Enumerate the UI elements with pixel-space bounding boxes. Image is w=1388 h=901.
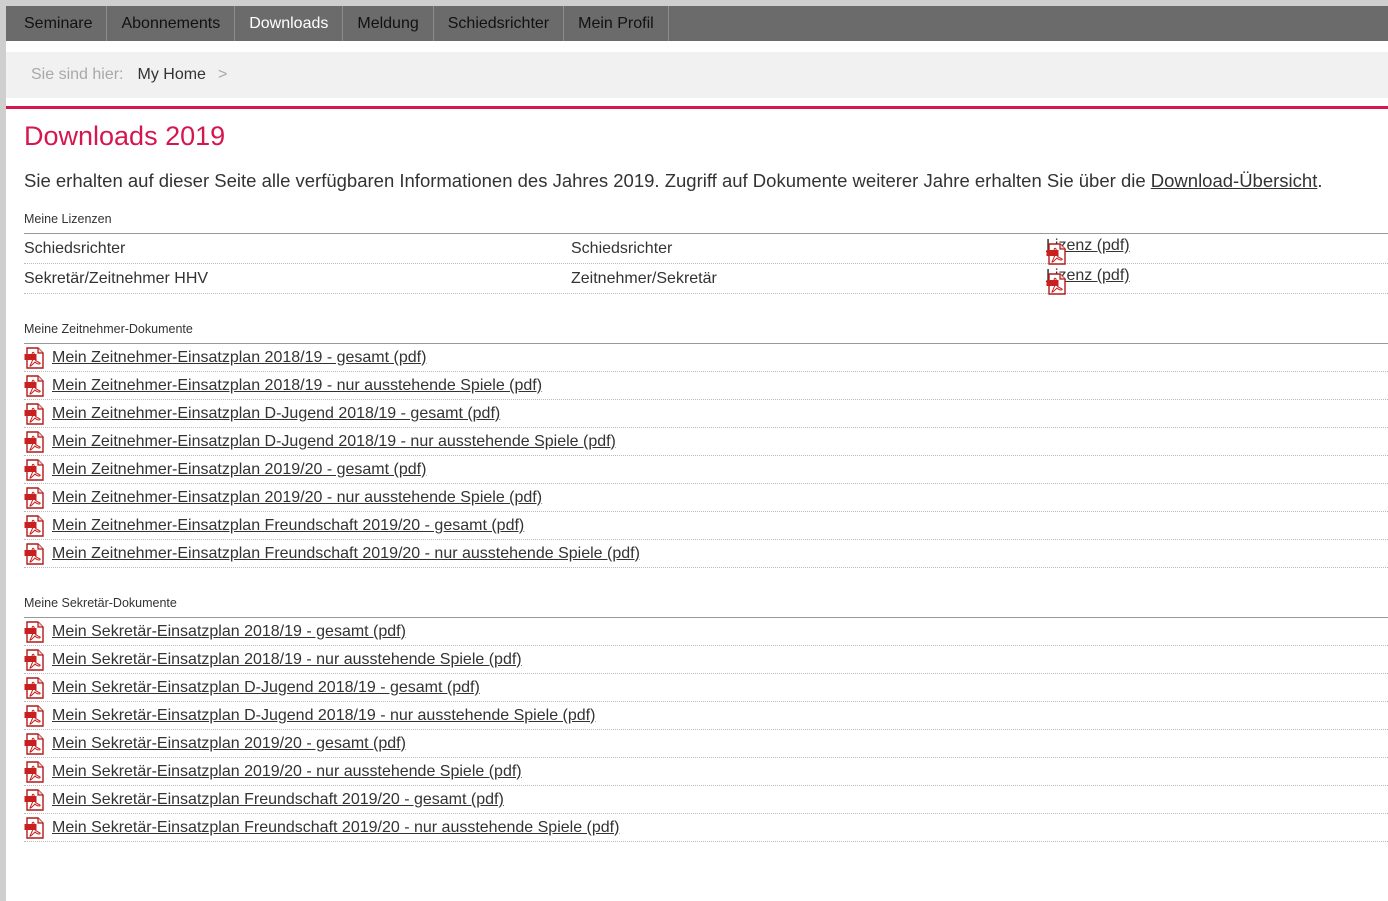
breadcrumb: Sie sind hier: My Home > [6, 52, 1388, 98]
intro-text: Sie erhalten auf dieser Seite alle verfü… [24, 170, 1151, 191]
pdf-icon [24, 648, 46, 671]
pdf-icon [24, 430, 46, 453]
tab-mein-profil[interactable]: Mein Profil [564, 6, 669, 41]
page: Seminare Abonnements Downloads Meldung S… [6, 6, 1388, 901]
timekeeper-doc-row: Mein Zeitnehmer-Einsatzplan 2019/20 - nu… [24, 484, 1388, 512]
pdf-icon [24, 760, 46, 783]
pdf-icon [24, 620, 46, 643]
secretary-doc-link[interactable]: Mein Sekretär-Einsatzplan 2018/19 - gesa… [52, 623, 406, 641]
timekeeper-doc-link[interactable]: Mein Zeitnehmer-Einsatzplan D-Jugend 201… [52, 405, 500, 423]
secretary-doc-row: Mein Sekretär-Einsatzplan 2019/20 - nur … [24, 758, 1388, 786]
licenses-section: Meine Lizenzen Schiedsrichter Schiedsrich… [24, 212, 1388, 295]
tab-seminare[interactable]: Seminare [6, 6, 108, 41]
pdf-icon [24, 732, 46, 755]
license-download: Lizenz (pdf) [1046, 267, 1130, 295]
pdf-icon [24, 514, 46, 537]
secretary-section-title: Meine Sekretär-Dokumente [24, 596, 1388, 618]
secretary-doc-row: Mein Sekretär-Einsatzplan 2018/19 - nur … [24, 646, 1388, 674]
timekeeper-doc-row: Mein Zeitnehmer-Einsatzplan D-Jugend 201… [24, 428, 1388, 456]
secretary-doc-row: Mein Sekretär-Einsatzplan 2018/19 - gesa… [24, 618, 1388, 646]
secretary-docs-section: Meine Sekretär-Dokumente Mein Sekretär-E… [24, 596, 1388, 842]
secretary-doc-row: Mein Sekretär-Einsatzplan D-Jugend 2018/… [24, 702, 1388, 730]
main-content: Downloads 2019 Sie erhalten auf dieser S… [24, 121, 1388, 842]
timekeeper-doc-link[interactable]: Mein Zeitnehmer-Einsatzplan 2019/20 - ge… [52, 461, 426, 479]
license-type: Schiedsrichter [571, 240, 673, 257]
timekeeper-doc-link[interactable]: Mein Zeitnehmer-Einsatzplan D-Jugend 201… [52, 433, 616, 451]
accent-divider [6, 106, 1388, 109]
pdf-icon [24, 676, 46, 699]
timekeeper-doc-row: Mein Zeitnehmer-Einsatzplan Freundschaft… [24, 540, 1388, 568]
timekeeper-section-title: Meine Zeitnehmer-Dokumente [24, 322, 1388, 344]
secretary-doc-row: Mein Sekretär-Einsatzplan Freundschaft 2… [24, 786, 1388, 814]
pdf-icon [24, 816, 46, 839]
top-navigation: Seminare Abonnements Downloads Meldung S… [6, 6, 1388, 41]
pdf-icon [24, 704, 46, 727]
timekeeper-doc-row: Mein Zeitnehmer-Einsatzplan 2018/19 - nu… [24, 372, 1388, 400]
license-download: Lizenz (pdf) [1046, 237, 1130, 265]
timekeeper-doc-link[interactable]: Mein Zeitnehmer-Einsatzplan 2018/19 - nu… [52, 377, 542, 395]
secretary-doc-link[interactable]: Mein Sekretär-Einsatzplan Freundschaft 2… [52, 819, 619, 837]
secretary-doc-row: Mein Sekretär-Einsatzplan 2019/20 - gesa… [24, 730, 1388, 758]
pdf-icon [1046, 243, 1068, 265]
license-type: Zeitnehmer/Sekretär [571, 270, 717, 287]
breadcrumb-home-link[interactable]: My Home [138, 66, 206, 84]
pdf-icon [1046, 273, 1068, 295]
timekeeper-doc-row: Mein Zeitnehmer-Einsatzplan 2018/19 - ge… [24, 344, 1388, 372]
timekeeper-doc-link[interactable]: Mein Zeitnehmer-Einsatzplan Freundschaft… [52, 545, 640, 563]
timekeeper-doc-link[interactable]: Mein Zeitnehmer-Einsatzplan 2019/20 - nu… [52, 489, 542, 507]
intro-end: . [1317, 170, 1323, 191]
timekeeper-doc-row: Mein Zeitnehmer-Einsatzplan 2019/20 - ge… [24, 456, 1388, 484]
tab-schiedsrichter[interactable]: Schiedsrichter [434, 6, 565, 41]
pdf-icon [24, 374, 46, 397]
download-overview-link[interactable]: Download-Übersicht [1151, 170, 1318, 191]
licenses-section-title: Meine Lizenzen [24, 212, 1388, 234]
pdf-icon [24, 346, 46, 369]
tab-abonnements[interactable]: Abonnements [107, 6, 236, 41]
secretary-doc-link[interactable]: Mein Sekretär-Einsatzplan Freundschaft 2… [52, 791, 504, 809]
secretary-doc-row: Mein Sekretär-Einsatzplan Freundschaft 2… [24, 814, 1388, 842]
breadcrumb-separator: > [217, 66, 228, 83]
license-name: Sekretär/Zeitnehmer HHV [24, 270, 209, 287]
intro-paragraph: Sie erhalten auf dieser Seite alle verfü… [24, 166, 1388, 195]
timekeeper-doc-row: Mein Zeitnehmer-Einsatzplan D-Jugend 201… [24, 400, 1388, 428]
pdf-icon [24, 788, 46, 811]
pdf-icon [24, 486, 46, 509]
pdf-icon [24, 402, 46, 425]
secretary-doc-row: Mein Sekretär-Einsatzplan D-Jugend 2018/… [24, 674, 1388, 702]
page-title: Downloads 2019 [24, 121, 226, 151]
pdf-icon [24, 458, 46, 481]
license-row: Schiedsrichter Schiedsrichter Lizenz (pdf) [24, 234, 1388, 265]
secretary-doc-link[interactable]: Mein Sekretär-Einsatzplan 2019/20 - nur … [52, 763, 522, 781]
secretary-doc-link[interactable]: Mein Sekretär-Einsatzplan 2019/20 - gesa… [52, 735, 406, 753]
pdf-icon [24, 542, 46, 565]
tab-downloads[interactable]: Downloads [235, 6, 344, 41]
timekeeper-doc-row: Mein Zeitnehmer-Einsatzplan Freundschaft… [24, 512, 1388, 540]
license-row: Sekretär/Zeitnehmer HHV Zeitnehmer/Sekret… [24, 264, 1388, 295]
timekeeper-doc-link[interactable]: Mein Zeitnehmer-Einsatzplan 2018/19 - ge… [52, 349, 426, 367]
secretary-doc-link[interactable]: Mein Sekretär-Einsatzplan D-Jugend 2018/… [52, 707, 595, 725]
license-name: Schiedsrichter [24, 240, 126, 257]
secretary-doc-link[interactable]: Mein Sekretär-Einsatzplan 2018/19 - nur … [52, 651, 522, 669]
timekeeper-docs-section: Meine Zeitnehmer-Dokumente Mein Zeitnehm… [24, 322, 1388, 568]
tab-meldung[interactable]: Meldung [343, 6, 434, 41]
breadcrumb-prefix: Sie sind hier: [31, 66, 124, 83]
secretary-doc-link[interactable]: Mein Sekretär-Einsatzplan D-Jugend 2018/… [52, 679, 480, 697]
timekeeper-doc-link[interactable]: Mein Zeitnehmer-Einsatzplan Freundschaft… [52, 517, 524, 535]
